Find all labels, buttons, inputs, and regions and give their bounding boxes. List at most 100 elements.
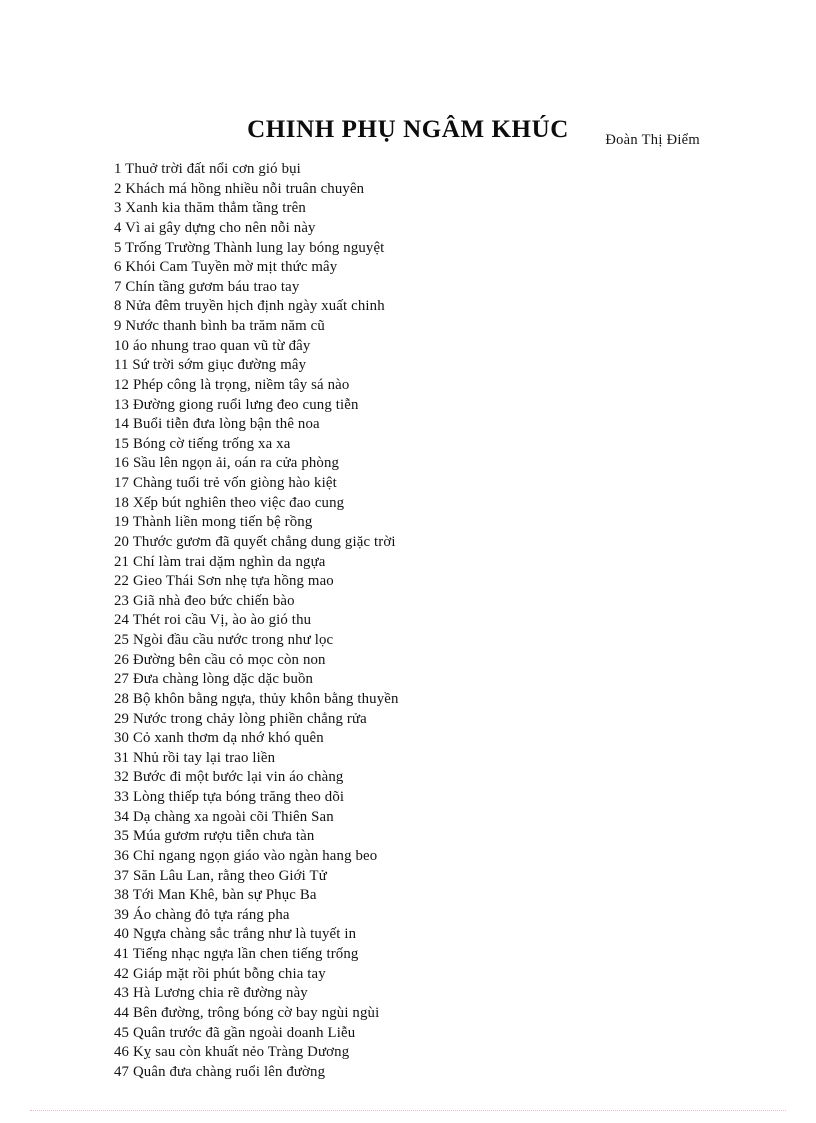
verse-line: 1 Thuở trời đất nổi cơn gió bụi	[114, 160, 714, 180]
verse-text: Chín tầng gươm báu trao tay	[125, 278, 300, 295]
verse-number: 23	[114, 592, 130, 609]
verse-text: Lòng thiếp tựa bóng trăng theo dõi	[132, 789, 345, 805]
verse-line: 12 Phép công là trọng, niềm tây sá nào	[114, 376, 714, 396]
verse-line: 39 Áo chàng đỏ tựa ráng pha	[114, 906, 714, 926]
verse-text: Bước đi một bước lại vin áo chàng	[132, 769, 344, 786]
verse-text: Giáp mặt rồi phút bỗng chia tay	[132, 965, 326, 982]
verse-text: Vì ai gây dựng cho nên nỗi này	[125, 219, 316, 236]
verse-number: 22	[114, 573, 130, 590]
verse-number: 25	[114, 632, 130, 648]
verse-text: Xanh kia thăm thẳm tầng trên	[125, 200, 306, 217]
verse-number: 38	[114, 887, 130, 904]
verse-number: 5	[114, 239, 122, 256]
verse-text: Áo chàng đỏ tựa ráng pha	[132, 906, 290, 923]
verse-number: 18	[114, 494, 130, 511]
verse-number: 15	[114, 435, 130, 452]
verse-text: Gieo Thái Sơn nhẹ tựa hồng mao	[132, 573, 334, 590]
verse-number: 40	[114, 926, 130, 943]
verse-number: 20	[114, 533, 130, 550]
verse-text: Săn Lâu Lan, rằng theo Giới Tử	[132, 867, 327, 884]
verse-number: 16	[114, 455, 130, 472]
verse-number: 1	[114, 161, 122, 177]
verse-line: 38 Tới Man Khê, bàn sự Phục Ba	[114, 886, 714, 906]
verse-text: áo nhung trao quan vũ từ đây	[132, 337, 311, 354]
verse-line: 8 Nửa đêm truyền hịch định ngày xuất chi…	[114, 297, 714, 317]
verse-number: 12	[114, 376, 130, 393]
verse-text: Thước gươm đã quyết chẳng dung giặc trời	[132, 533, 396, 550]
verse-number: 10	[114, 337, 130, 354]
verse-text: Ngòi đầu cầu nước trong như lọc	[132, 632, 334, 648]
verse-text: Nửa đêm truyền hịch định ngày xuất chinh	[125, 298, 385, 315]
verse-number: 35	[114, 828, 130, 845]
verse-text: Bên đường, trông bóng cờ bay ngùi ngùi	[132, 1004, 380, 1021]
verse-number: 4	[114, 219, 122, 236]
verse-line: 47 Quân đưa chàng ruổi lên đường	[114, 1063, 714, 1083]
verse-text: Cỏ xanh thơm dạ nhớ khó quên	[132, 730, 324, 747]
verse-text: Hà Lương chia rẽ đường này	[132, 985, 308, 1002]
verse-line: 7 Chín tầng gươm báu trao tay	[114, 278, 714, 298]
verse-line: 43 Hà Lương chia rẽ đường này	[114, 984, 714, 1004]
verse-number: 34	[114, 808, 130, 825]
verse-number: 42	[114, 965, 130, 982]
verse-number: 6	[114, 259, 122, 276]
verse-number: 11	[114, 357, 129, 374]
verse-line: 34 Dạ chàng xa ngoài cõi Thiên San	[114, 808, 714, 828]
verse-number: 24	[114, 612, 130, 629]
verse-number: 47	[114, 1063, 130, 1080]
verse-line: 23 Giã nhà đeo bức chiến bào	[114, 592, 714, 612]
verse-text: Trống Trường Thành lung lay bóng nguyệt	[125, 239, 385, 256]
verse-text: Đưa chàng lòng dặc dặc buồn	[132, 671, 314, 688]
verse-text: Bộ khôn bằng ngựa, thủy khôn bằng thuyền	[132, 690, 399, 707]
verse-text: Đường giong ruổi lưng đeo cung tiễn	[132, 396, 359, 413]
verse-line: 21 Chí làm trai dặm nghìn da ngựa	[114, 553, 714, 573]
verse-text: Nhủ rồi tay lại trao liền	[132, 749, 276, 766]
verse-line: 22 Gieo Thái Sơn nhẹ tựa hồng mao	[114, 572, 714, 592]
verse-line: 19 Thành liền mong tiến bệ rồng	[114, 513, 714, 533]
verse-text: Chàng tuổi trẻ vốn giòng hào kiệt	[132, 475, 337, 491]
verse-line: 3 Xanh kia thăm thẳm tầng trên	[114, 199, 714, 219]
verse-text: Phép công là trọng, niềm tây sá nào	[132, 376, 350, 393]
verse-number: 43	[114, 985, 130, 1002]
author-byline: Đoàn Thị Điểm	[605, 132, 700, 148]
verse-number: 29	[114, 710, 130, 727]
verse-text: Thành liền mong tiến bệ rồng	[132, 514, 313, 531]
verse-line: 11 Sứ trời sớm giục đường mây	[114, 356, 714, 376]
verse-line: 42 Giáp mặt rồi phút bỗng chia tay	[114, 965, 714, 985]
verse-number: 39	[114, 906, 130, 923]
verse-number: 46	[114, 1044, 130, 1061]
verse-line: 13 Đường giong ruổi lưng đeo cung tiễn	[114, 396, 714, 416]
verse-number: 37	[114, 867, 130, 884]
verse-line: 46 Kỵ sau còn khuất nẻo Tràng Dương	[114, 1043, 714, 1063]
verse-number: 45	[114, 1024, 130, 1041]
verse-number: 21	[114, 553, 130, 570]
verse-line: 2 Khách má hồng nhiều nỗi truân chuyên	[114, 180, 714, 200]
verse-text: Sầu lên ngọn ải, oán ra cửa phòng	[132, 455, 340, 472]
verse-text: Quân đưa chàng ruổi lên đường	[132, 1063, 326, 1080]
verse-number: 27	[114, 671, 130, 688]
verse-text: Chí làm trai dặm nghìn da ngựa	[132, 553, 326, 570]
verse-number: 9	[114, 318, 122, 334]
verse-text: Thét roi cầu Vị, ào ào gió thu	[132, 612, 312, 629]
verse-line: 6 Khói Cam Tuyền mờ mịt thức mây	[114, 258, 714, 278]
verse-text: Chỉ ngang ngọn giáo vào ngàn hang beo	[132, 847, 378, 864]
verse-line: 44 Bên đường, trông bóng cờ bay ngùi ngù…	[114, 1004, 714, 1024]
verse-line: 28 Bộ khôn bằng ngựa, thủy khôn bằng thu…	[114, 690, 714, 710]
verse-line: 29 Nước trong chảy lòng phiền chẳng rửa	[114, 710, 714, 730]
verse-text: Ngựa chàng sắc trắng như là tuyết in	[132, 926, 357, 943]
verse-text: Múa gươm rượu tiễn chưa tàn	[132, 828, 315, 845]
verse-number: 32	[114, 769, 130, 786]
verse-line: 27 Đưa chàng lòng dặc dặc buồn	[114, 670, 714, 690]
verse-text: Tới Man Khê, bàn sự Phục Ba	[132, 887, 317, 904]
verse-line: 33 Lòng thiếp tựa bóng trăng theo dõi	[114, 788, 714, 808]
verse-text: Sứ trời sớm giục đường mây	[132, 357, 307, 374]
verse-line: 5 Trống Trường Thành lung lay bóng nguyệ…	[114, 239, 714, 259]
verse-number: 14	[114, 416, 130, 433]
verse-text: Khói Cam Tuyền mờ mịt thức mây	[125, 259, 338, 276]
verse-text: Thuở trời đất nổi cơn gió bụi	[125, 161, 301, 177]
verse-text: Đường bên cầu cỏ mọc còn non	[132, 651, 326, 668]
verse-number: 26	[114, 651, 130, 668]
poem-body: 1 Thuở trời đất nổi cơn gió bụi 2 Khách m…	[114, 160, 714, 1082]
verse-number: 2	[114, 180, 122, 197]
verse-number: 3	[114, 200, 122, 217]
verse-line: 30 Cỏ xanh thơm dạ nhớ khó quên	[114, 729, 714, 749]
